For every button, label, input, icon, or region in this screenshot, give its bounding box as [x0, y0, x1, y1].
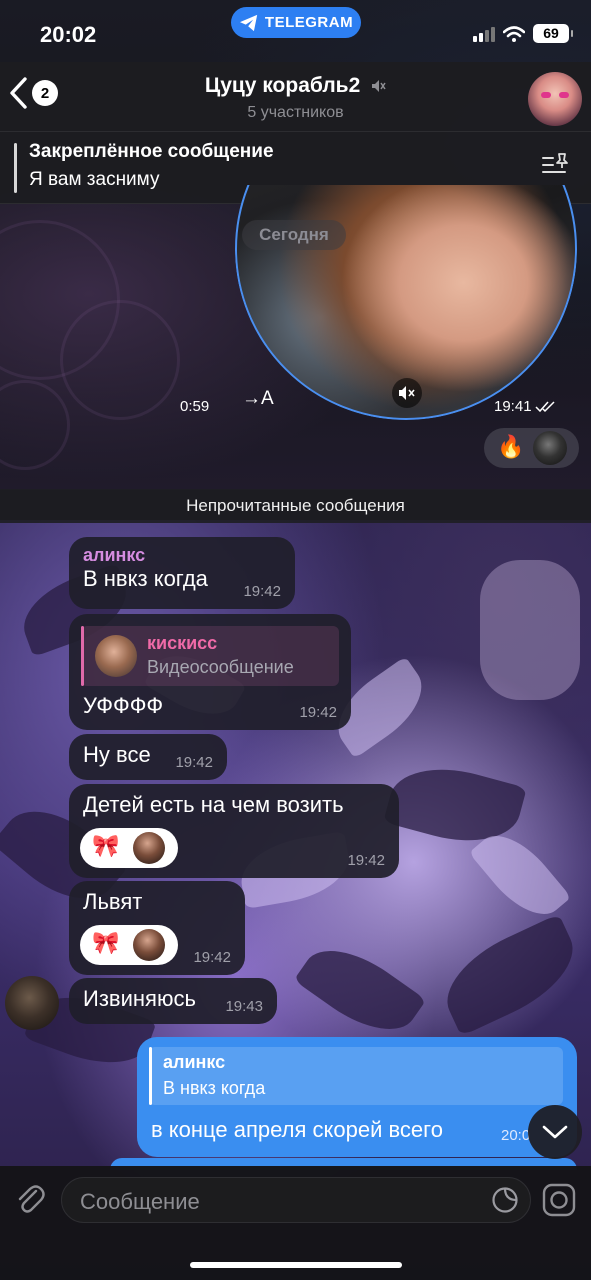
paperclip-icon[interactable]: [14, 1182, 46, 1216]
reactor-avatar: [133, 832, 165, 864]
message-time: 19:42: [299, 704, 337, 721]
wifi-icon: [503, 25, 525, 42]
reactor-avatar: [533, 431, 567, 465]
home-indicator: [190, 1262, 402, 1268]
chat-title[interactable]: Цуцу корабль2: [0, 74, 591, 98]
video-mute-button[interactable]: [392, 378, 422, 408]
member-avatar[interactable]: [5, 976, 59, 1030]
chat-header: 2 Цуцу корабль2 5 участников: [0, 62, 591, 132]
telegram-pill[interactable]: TELEGRAM: [231, 7, 361, 38]
reply-text: В нвкз когда: [163, 1078, 266, 1098]
date-separator: Сегодня: [242, 220, 346, 250]
transcribe-button[interactable]: →A: [242, 388, 274, 410]
pinned-indicator: [14, 143, 17, 193]
group-avatar[interactable]: [528, 72, 582, 126]
message-input[interactable]: Сообщение: [61, 1177, 531, 1223]
sender-name[interactable]: алинкс: [83, 545, 281, 566]
sticker-icon[interactable]: [491, 1186, 519, 1214]
message-bubble[interactable]: алинкс В нвкз когда 19:42: [69, 537, 295, 609]
cellular-signal-icon: [473, 26, 495, 42]
message-text: Детей есть на чем возить: [83, 792, 344, 817]
reply-quote-bar: [149, 1047, 152, 1105]
message-time: 20:0: [501, 1127, 531, 1144]
reply-quote-bar: [81, 626, 84, 686]
reply-text: Видеосообщение: [147, 657, 294, 677]
message-time: 19:42: [175, 754, 213, 771]
telegram-icon: [239, 14, 258, 31]
message-bubble[interactable]: Ну все 19:42: [69, 734, 227, 780]
message-placeholder: Сообщение: [80, 1189, 200, 1214]
chevron-down-icon: [542, 1125, 568, 1139]
message-time: 19:42: [347, 852, 385, 869]
video-timestamp: 19:41: [494, 398, 557, 415]
message-text: в конце апреля скорей всего: [151, 1117, 443, 1142]
bow-reaction: 🎀: [92, 833, 120, 858]
message-text: В нвкз когда: [83, 566, 208, 591]
muted-icon: [372, 80, 386, 93]
pinned-text: Я вам засниму: [29, 169, 160, 190]
status-time: 20:02: [40, 22, 97, 47]
unread-separator: Непрочитанные сообщения: [0, 489, 591, 523]
message-time: 19:42: [193, 949, 231, 966]
video-message-camera-icon[interactable]: [542, 1183, 576, 1217]
reply-sender: кискисс: [147, 633, 218, 653]
chat-title-text: Цуцу корабль2: [204, 74, 361, 97]
bow-reaction: 🎀: [92, 930, 120, 955]
message-time: 19:43: [225, 998, 263, 1015]
battery-indicator: 69: [533, 24, 573, 43]
message-bubble[interactable]: кискисс Видеосообщение УФФФФ 19:42: [69, 614, 351, 730]
message-bubble[interactable]: Извиняюсь 19:43: [69, 978, 277, 1024]
message-text: Ну все: [83, 742, 151, 767]
message-text: Извиняюсь: [83, 986, 196, 1011]
video-duration: 0:59: [180, 398, 210, 415]
reply-thumbnail: [95, 635, 137, 677]
pinned-title: Закреплённое сообщение: [29, 141, 274, 162]
pinned-list-icon[interactable]: [541, 152, 571, 178]
scroll-to-bottom-button[interactable]: [528, 1105, 582, 1159]
chat-member-count: 5 участников: [247, 104, 344, 121]
speaker-muted-icon: [399, 386, 415, 400]
message-text: УФФФФ: [83, 693, 164, 718]
fire-reaction[interactable]: 🔥: [497, 434, 524, 460]
reply-quote[interactable]: алинкс В нвкз когда: [149, 1047, 563, 1105]
status-bar: 20:02 TELEGRAM 69: [0, 0, 591, 62]
telegram-pill-label: TELEGRAM: [264, 14, 354, 31]
reply-sender: алинкс: [163, 1052, 226, 1072]
reactor-avatar: [133, 929, 165, 961]
outgoing-message-bubble[interactable]: алинкс В нвкз когда в конце апреля скоре…: [137, 1037, 577, 1157]
message-text: Львят: [83, 889, 143, 914]
video-time-text: 19:41: [494, 398, 532, 415]
message-time: 19:42: [243, 583, 281, 600]
reply-quote[interactable]: кискисс Видеосообщение: [81, 626, 339, 686]
read-checkmarks-icon: [535, 400, 555, 412]
